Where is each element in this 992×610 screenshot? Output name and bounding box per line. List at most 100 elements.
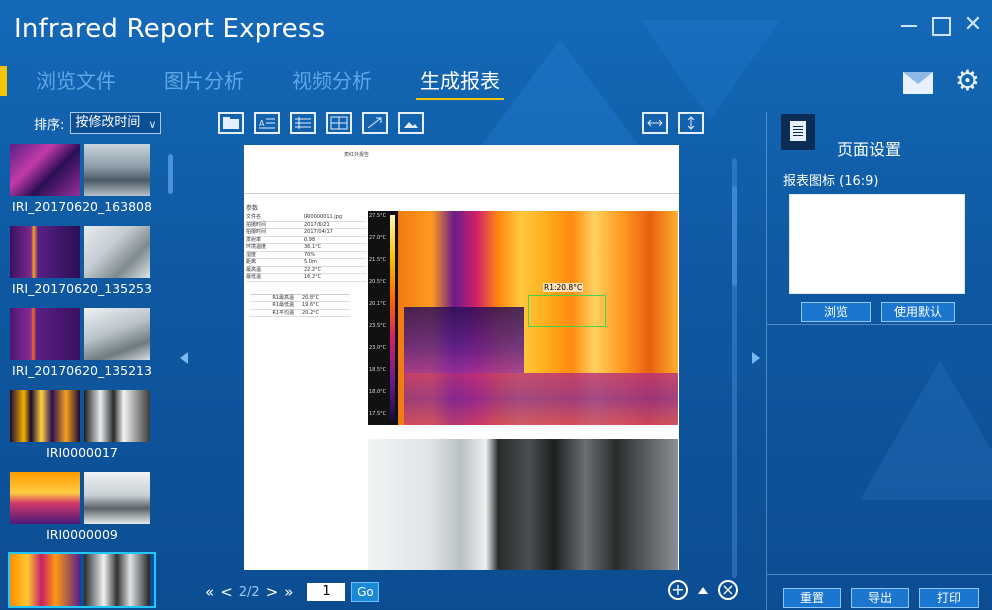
thermal-thumbnail (10, 472, 80, 524)
param-key: 最低温 (246, 274, 262, 280)
region-key: R1平均温 (272, 309, 294, 316)
gear-icon[interactable]: ⚙ (955, 66, 980, 96)
sidebar-scrollbar[interactable] (168, 154, 173, 194)
sort-select[interactable]: 按修改时间 ∨ (70, 112, 162, 134)
window-controls: ✕ (898, 14, 984, 36)
close-circle-icon[interactable]: × (718, 580, 738, 600)
prev-page-button[interactable]: < (220, 583, 233, 601)
region-value: 20.2°C (302, 309, 320, 316)
zoom-in-icon[interactable]: + (668, 580, 688, 600)
svg-text:A: A (259, 119, 265, 128)
panel-divider (767, 574, 992, 575)
sort-label: 排序: (34, 117, 65, 133)
close-button[interactable]: ✕ (962, 14, 984, 36)
thermal-floor (404, 373, 678, 425)
next-page-button[interactable]: > (266, 583, 279, 601)
reset-button[interactable]: 重置 (783, 588, 841, 608)
thermal-thumbnail (10, 554, 80, 606)
param-value: 2017/04/17 (304, 229, 333, 235)
page-indicator: 2/2 (238, 584, 260, 600)
scale-tick: 23.0°C (369, 345, 387, 351)
thumbnail-filename: IRI0000017 (46, 445, 118, 460)
thumbnail-list: IRI_20170620_163808 IRI_20170620_135253 … (8, 144, 160, 610)
fit-width-icon (647, 119, 663, 127)
open-folder-button[interactable] (218, 112, 244, 134)
preview-scroll-thumb[interactable] (732, 186, 737, 286)
first-page-button[interactable]: « (205, 583, 214, 601)
visual-image (368, 439, 678, 570)
thumbnail-item[interactable]: IRI0000017 (10, 390, 154, 468)
tab-generate-report[interactable]: 生成报表 (416, 66, 504, 100)
title-bar: Infrared Report Express ✕ (0, 0, 992, 62)
table-button[interactable] (326, 112, 352, 134)
param-key: 拍摄时间 (246, 229, 267, 235)
param-key: 文件名 (246, 214, 262, 220)
minimize-button[interactable] (898, 14, 920, 36)
chart-button[interactable] (362, 112, 388, 134)
list-icon (295, 117, 311, 129)
page-settings-icon (781, 114, 815, 150)
use-default-button[interactable]: 使用默认 (881, 302, 955, 322)
thermal-thumbnail (10, 226, 80, 278)
tab-browse-files[interactable]: 浏览文件 (36, 66, 116, 96)
scale-tick: 17.5°C (369, 411, 387, 417)
page-number-input[interactable]: 1 (307, 583, 346, 601)
panel-divider (767, 324, 992, 325)
maximize-button[interactable] (930, 14, 952, 36)
thumbnail-filename: IRI0000009 (46, 527, 118, 542)
thumbnail-item[interactable]: IRI_20170620_135213 (10, 308, 154, 386)
report-logo-label: 报表图标 (16:9) (783, 174, 879, 189)
thumbnail-item[interactable]: IRI_20170620_135253 (10, 226, 154, 304)
table-icon (330, 116, 348, 130)
fit-toolbar (642, 112, 704, 134)
print-button[interactable]: 打印 (919, 588, 979, 608)
scale-tick: 20.5°C (369, 279, 387, 285)
thumbnail-item[interactable]: IRI0000009 (10, 472, 154, 550)
region-marker-label: R1:20.8°C (543, 283, 584, 292)
region-marker-box[interactable] (528, 295, 606, 327)
thumbnail-item-selected[interactable] (8, 552, 156, 608)
temperature-scale: 27.5°C 27.0°C 21.5°C 20.5°C 20.1°C 23.5°… (368, 211, 398, 425)
visual-thumbnail (84, 390, 150, 442)
param-key: 发射率 (246, 236, 262, 243)
main-nav: 浏览文件 图片分析 视频分析 生成报表 ⚙ (0, 62, 992, 102)
scale-tick: 18.5°C (369, 367, 387, 373)
tab-image-analysis[interactable]: 图片分析 (164, 66, 244, 96)
triangle-up-icon[interactable] (698, 586, 708, 594)
export-button[interactable]: 导出 (851, 588, 909, 608)
thermal-thumbnail (10, 144, 80, 196)
mail-icon[interactable] (902, 71, 933, 94)
collapse-right-arrow-icon[interactable] (752, 352, 760, 364)
browse-button[interactable]: 浏览 (801, 302, 871, 322)
collapse-left-arrow-icon[interactable] (180, 352, 188, 364)
visual-thumbnail (84, 144, 150, 196)
file-sidebar: 排序: 按修改时间 ∨ IRI_20170620_163808 IRI_2017… (6, 108, 176, 608)
param-value: 5.0m (304, 259, 317, 265)
thermal-thumbnail (10, 308, 80, 360)
app-window: Infrared Report Express ✕ 浏览文件 图片分析 视频分析… (0, 0, 992, 610)
region-value: 19.6°C (302, 302, 320, 308)
text-block-button[interactable]: A (254, 112, 280, 134)
tab-video-analysis[interactable]: 视频分析 (292, 66, 372, 96)
report-toolbar: A (218, 112, 424, 134)
list-button[interactable] (290, 112, 316, 134)
thumbnail-item[interactable]: IRI_20170620_163808 (10, 144, 154, 222)
region-key: R1最高温 (272, 294, 294, 301)
report-logo-preview[interactable] (789, 194, 965, 294)
image-icon (404, 122, 418, 128)
image-button[interactable] (398, 112, 424, 134)
fit-width-button[interactable] (642, 112, 668, 134)
scale-tick: 18.0°C (369, 389, 387, 395)
fit-height-button[interactable] (678, 112, 704, 134)
thumbnail-filename: IRI_20170620_135213 (12, 363, 152, 378)
nav-accent-bar (0, 66, 7, 96)
thumbnail-filename: IRI_20170620_135253 (12, 281, 152, 296)
param-key: 环境温度 (246, 244, 267, 250)
folder-icon (223, 117, 239, 129)
scale-tick: 27.5°C (369, 213, 387, 219)
go-button[interactable]: Go (351, 582, 380, 602)
last-page-button[interactable]: » (284, 583, 293, 601)
thermal-dark-window (404, 307, 524, 373)
scale-tick: 20.1°C (369, 301, 387, 307)
thumbnail-filename: IRI_20170620_163808 (12, 199, 152, 214)
